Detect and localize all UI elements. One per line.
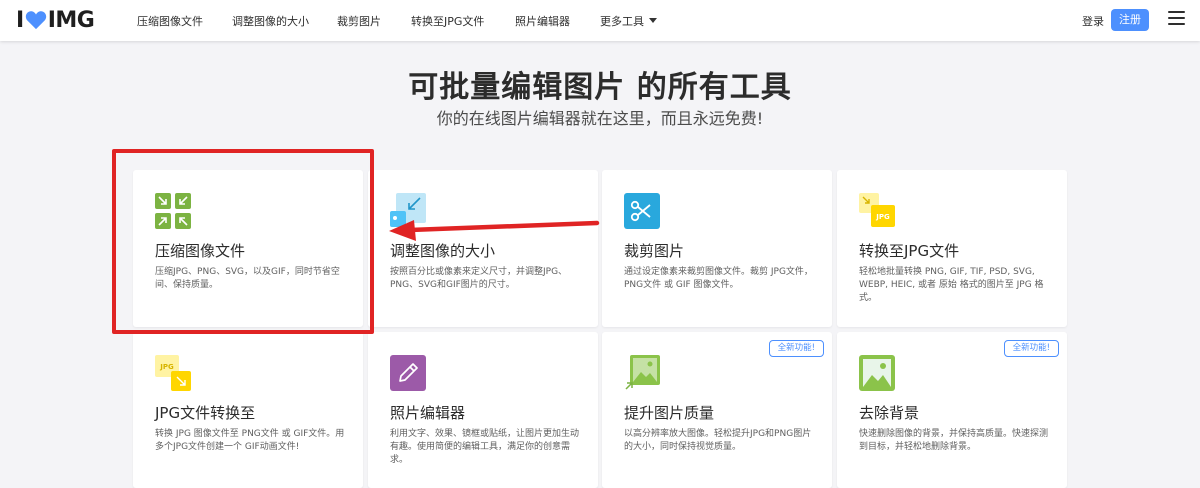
nav-crop[interactable]: 裁剪图片	[337, 13, 381, 29]
hamburger-menu-icon[interactable]	[1168, 11, 1185, 26]
scissors-icon	[624, 193, 660, 229]
tool-title: 裁剪图片	[624, 242, 685, 260]
nav-photo-editor[interactable]: 照片编辑器	[515, 13, 570, 29]
top-navbar: I IMG 压缩图像文件 调整图像的大小 裁剪图片 转换至JPG文件 照片编辑器…	[0, 0, 1200, 41]
icon-jpg-text: JPG	[159, 363, 174, 371]
tool-title: 提升图片质量	[624, 404, 715, 422]
compress-icon	[155, 193, 191, 229]
caret-down-icon	[649, 18, 657, 23]
to-jpg-icon: JPG	[859, 193, 895, 227]
resize-icon	[390, 193, 426, 227]
tool-title: 转换至JPG文件	[859, 242, 960, 260]
nav-more-label: 更多工具	[600, 15, 644, 28]
brand-logo[interactable]: I IMG	[16, 7, 95, 33]
tool-description: 按照百分比或像素来定义尺寸，并调整JPG、PNG、SVG和GIF图片的尺寸。	[390, 267, 568, 290]
heart-icon	[25, 11, 46, 30]
new-feature-badge: 全新功能!	[768, 340, 824, 357]
page-title: 可批量编辑图片 的所有工具	[408, 70, 792, 105]
tool-title: 调整图像的大小	[390, 242, 496, 260]
new-feature-badge: 全新功能!	[1003, 340, 1059, 357]
tool-card-resize[interactable]: 调整图像的大小 按照百分比或像素来定义尺寸，并调整JPG、PNG、SVG和GIF…	[368, 170, 598, 327]
login-link[interactable]: 登录	[1082, 13, 1104, 29]
nav-compress[interactable]: 压缩图像文件	[137, 13, 203, 29]
tool-card-convert-to-jpg[interactable]: JPG 转换至JPG文件 轻松地批量转换 PNG, GIF, TIF, PSD,…	[837, 170, 1067, 327]
tool-card-compress[interactable]: 压缩图像文件 压缩JPG、PNG、SVG，以及GIF，同时节省空间、保持质量。	[133, 170, 363, 327]
tool-title: 照片编辑器	[390, 404, 466, 422]
nav-resize[interactable]: 调整图像的大小	[232, 13, 309, 29]
tool-description: 转换 JPG 图像文件至 PNG文件 或 GIF文件。用多个JPG文件创建一个 …	[155, 429, 345, 452]
tool-card-crop[interactable]: 裁剪图片 通过设定像素来裁剪图像文件。裁剪 JPG文件，PNG文件 或 GIF …	[602, 170, 832, 327]
tool-card-photo-editor[interactable]: 照片编辑器 利用文字、效果、镜框或贴纸，让图片更加生动有趣。使用简便的编辑工具，…	[368, 332, 598, 488]
nav-more-tools[interactable]: 更多工具	[600, 13, 657, 29]
tool-card-remove-background[interactable]: 全新功能! 去除背景 快速删除图像的背景，并保持高质量。快速探测到目标，并轻松地…	[837, 332, 1067, 488]
signup-button[interactable]: 注册	[1111, 9, 1149, 31]
tool-card-upscale[interactable]: 全新功能! 提升图片质量 以高分辨率放大图像。轻松提升JPG和PNG图片的大小，…	[602, 332, 832, 488]
logo-letter: I	[16, 7, 24, 33]
tool-description: 以高分辨率放大图像。轻松提升JPG和PNG图片的大小，同时保持视觉质量。	[624, 429, 812, 452]
from-jpg-icon: JPG	[155, 355, 191, 391]
tool-description: 轻松地批量转换 PNG, GIF, TIF, PSD, SVG, WEBP, H…	[859, 267, 1044, 303]
remove-bg-icon	[859, 355, 895, 391]
tool-title: 去除背景	[859, 404, 920, 422]
nav-convert-jpg[interactable]: 转换至JPG文件	[411, 13, 484, 29]
icon-jpg-text: JPG	[875, 213, 890, 221]
tool-description: 通过设定像素来裁剪图像文件。裁剪 JPG文件，PNG文件 或 GIF 图像文件。	[624, 267, 813, 290]
logo-text: IMG	[47, 7, 95, 33]
tool-title: JPG文件转换至	[155, 404, 256, 422]
page-subtitle: 你的在线图片编辑器就在这里，而且永远免费!	[436, 109, 764, 128]
tool-title: 压缩图像文件	[155, 242, 246, 260]
tool-description: 利用文字、效果、镜框或贴纸，让图片更加生动有趣。使用简便的编辑工具，满足你的创意…	[390, 429, 580, 465]
tool-description: 压缩JPG、PNG、SVG，以及GIF，同时节省空间、保持质量。	[155, 267, 340, 290]
upscale-icon	[625, 355, 660, 390]
tool-description: 快速删除图像的背景，并保持高质量。快速探测到目标，并轻松地删除背景。	[859, 429, 1049, 452]
tool-card-convert-from-jpg[interactable]: JPG JPG文件转换至 转换 JPG 图像文件至 PNG文件 或 GIF文件。…	[133, 332, 363, 488]
pencil-icon	[390, 355, 426, 391]
